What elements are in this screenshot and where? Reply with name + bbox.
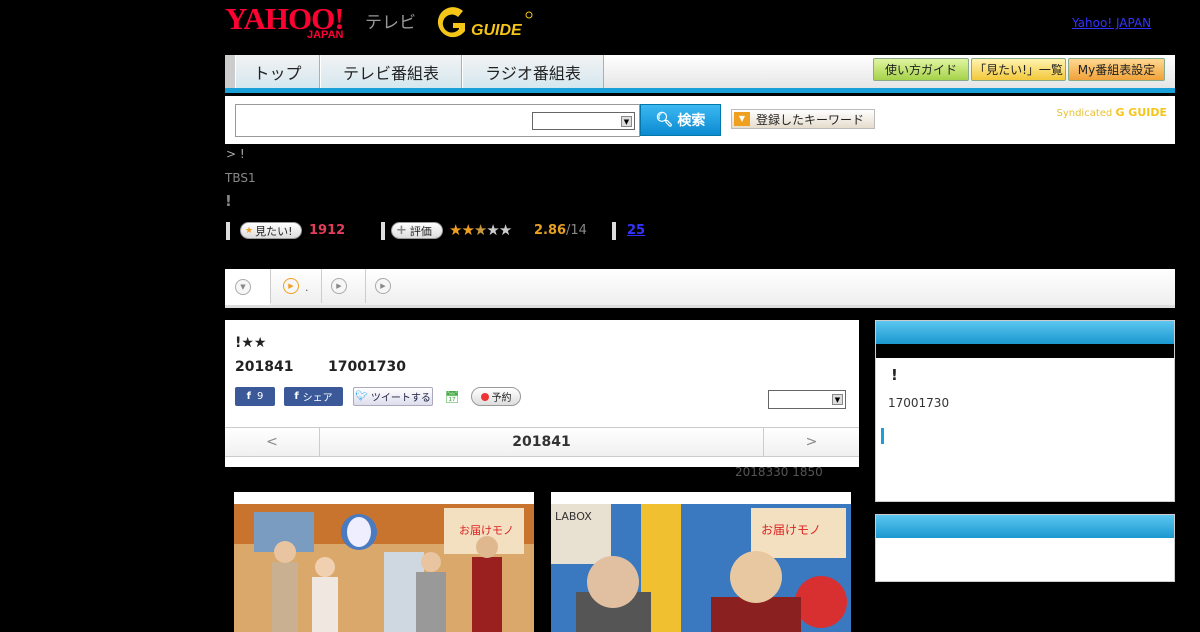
review-button[interactable]: + 評価	[391, 222, 443, 239]
program-image-2[interactable]: LABOX お届けモノ	[551, 492, 851, 632]
star-half-icon: ★	[473, 221, 487, 239]
star-icon: ★	[449, 221, 462, 239]
mitai-count: 1912	[309, 223, 346, 238]
search-category-select[interactable]: ▼	[532, 112, 635, 130]
search-button[interactable]: 🔍︎ 検索	[640, 104, 721, 136]
mitai-list-button[interactable]: 「見たい!」一覧	[971, 58, 1066, 81]
program-image-1[interactable]: お届けモノ	[234, 492, 534, 632]
tab-overview[interactable]: ▼	[225, 269, 270, 305]
facebook-icon: f	[246, 391, 251, 402]
star-icon: ★	[245, 225, 254, 236]
divider	[226, 222, 230, 240]
my-listings-settings-button[interactable]: My番組表設定	[1068, 58, 1165, 81]
star-empty-icon: ★	[498, 221, 512, 239]
sidebar-title: !	[891, 366, 898, 384]
tab-radio-listings[interactable]: ラジオ番組表	[462, 55, 604, 88]
play-icon[interactable]: ▶	[375, 278, 391, 294]
dropdown-arrow-icon: ▼	[734, 112, 750, 126]
chevron-down-icon: ▼	[621, 116, 632, 127]
breadcrumb[interactable]: > !	[226, 147, 245, 161]
play-icon[interactable]: ▶	[331, 278, 347, 294]
main-nav: トップ テレビ番組表 ラジオ番組表 使い方ガイド 「見たい!」一覧 My番組表設…	[225, 55, 1175, 93]
divider	[381, 222, 385, 240]
program-detail-panel: !★★ 201841 17001730 f 9 f シェア 🐦︎ ツイートする …	[225, 320, 859, 467]
sidebar-box-2	[875, 514, 1175, 582]
tv-label: テレビ	[365, 13, 416, 33]
divider	[612, 222, 616, 240]
facebook-share-button[interactable]: f シェア	[284, 387, 343, 406]
content-tabbar: ▼ ▶ . ▶ ▶	[225, 269, 1175, 308]
chevron-down-icon: ▼	[235, 279, 251, 295]
program-title: !★★	[235, 335, 267, 351]
search-icon: 🔍︎	[655, 112, 674, 128]
chevron-down-icon: ▼	[832, 394, 843, 405]
sidebar-time: 17001730	[888, 396, 950, 410]
next-day-button[interactable]: >	[764, 428, 859, 456]
channel-name: TBS1	[225, 171, 256, 185]
rating-count: /14	[566, 223, 587, 238]
program-date: 201841	[235, 359, 294, 375]
facebook-like-count[interactable]: f 9	[235, 387, 275, 406]
tab-tv-listings[interactable]: テレビ番組表	[320, 55, 462, 88]
facebook-icon: f	[294, 391, 299, 402]
prev-day-button[interactable]: <	[225, 428, 319, 456]
region-select[interactable]: ▼	[768, 390, 846, 409]
syndicated-gguide-logo: Syndicated G GUIDE	[1056, 106, 1167, 119]
svg-text:お届けモノ: お届けモノ	[761, 523, 821, 537]
tweet-button[interactable]: 🐦︎ ツイートする	[353, 387, 433, 406]
guide-button[interactable]: 使い方ガイド	[873, 58, 969, 81]
star-icon: ★	[461, 221, 474, 239]
yahoo-logo[interactable]: YAHOO! JAPAN	[225, 3, 365, 42]
sidebar-broadcast-box: ! 17001730	[875, 320, 1175, 502]
gguide-logo[interactable]: GUIDE	[433, 5, 533, 41]
rating-value: 2.86	[534, 223, 567, 238]
search-area: ▼ 🔍︎ 検索 ▼ 登録したキーワード Syndicated G GUIDE	[225, 96, 1175, 144]
current-date: 201841	[512, 434, 571, 450]
tab-top[interactable]: トップ	[235, 55, 320, 88]
star-empty-icon: ★	[486, 221, 499, 239]
comments-link[interactable]: 25	[627, 223, 645, 238]
saved-keywords-button[interactable]: ▼ 登録したキーワード	[731, 109, 875, 129]
yahoo-japan-link[interactable]: Yahoo! JAPAN	[1072, 16, 1151, 30]
program-title-mark: !	[225, 192, 232, 210]
svg-text:お届けモノ: お届けモノ	[459, 524, 514, 537]
play-icon[interactable]: ▶	[283, 278, 299, 294]
twitter-icon: 🐦︎	[355, 391, 368, 402]
program-time: 17001730	[328, 359, 406, 375]
plus-icon: +	[396, 223, 407, 238]
rating-stars: ★★★★★	[449, 221, 512, 239]
calendar-add-icon[interactable]: 📅︎	[444, 387, 460, 406]
date-navigation: < 201841 >	[225, 427, 859, 457]
record-icon	[480, 392, 489, 401]
svg-text:LABOX: LABOX	[555, 510, 592, 523]
svg-text:GUIDE: GUIDE	[471, 22, 523, 39]
updated-timestamp: 2018330 1850	[735, 465, 823, 479]
mitai-button[interactable]: ★ 見たい!	[240, 222, 302, 239]
reserve-button[interactable]: 予約	[471, 387, 521, 406]
